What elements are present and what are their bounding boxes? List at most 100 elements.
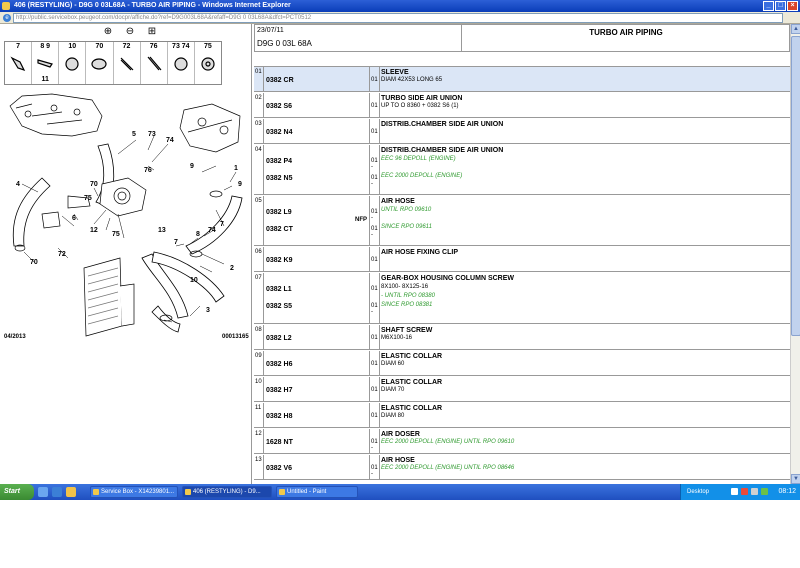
part-reference[interactable]: 1628 NT — [266, 439, 293, 446]
callout-9[interactable]: 9 — [190, 163, 194, 170]
callout-2[interactable]: 2 — [230, 265, 234, 272]
window-titlebar[interactable]: 406 (RESTYLING) - D9G 0 03L68A - TURBO A… — [0, 0, 800, 12]
scroll-up-arrow[interactable]: ▲ — [791, 24, 800, 34]
part-reference[interactable]: 0382 L9 — [266, 209, 292, 216]
part-reference[interactable]: 0382 V6 — [266, 465, 292, 472]
parts-table-row[interactable]: 02 0382 S6 01 TURBO SIDE AIR UNION UP TO O 8… — [254, 93, 790, 118]
part-reference[interactable]: 0382 P4 — [266, 158, 292, 165]
callout-76[interactable]: 76 — [144, 167, 152, 174]
callout-74[interactable]: 74 — [208, 227, 216, 234]
small-part-cell[interactable]: 8 9 11 — [32, 42, 60, 84]
parts-table-row[interactable]: 12 1628 NT 01 - AIR DOSER EEC 2000 DEPOLL (E… — [254, 429, 790, 454]
part-reference-cell: 0382 L9 0382 CT NFP — [264, 196, 370, 245]
callout-12[interactable]: 12 — [90, 227, 98, 234]
exploded-view-diagram[interactable]: 5 73 74 76 1 9 9 74 7 8 7 2 10 3 11 13 4… — [2, 86, 250, 344]
small-part-cell[interactable]: 7 — [5, 42, 33, 84]
small-part-cell[interactable]: 10 — [59, 42, 87, 84]
callout-13[interactable]: 13 — [158, 227, 166, 234]
part-reference[interactable]: 0382 S6 — [266, 103, 292, 110]
part-reference[interactable]: 0382 S5 — [266, 303, 292, 310]
part-reference[interactable]: 0382 H6 — [266, 361, 292, 368]
description-cell: ELASTIC COLLAR DIAM 80 — [381, 403, 786, 427]
small-part-cell[interactable]: 70 — [86, 42, 114, 84]
callout-75[interactable]: 75 — [112, 231, 120, 238]
url-field[interactable]: http://public.servicebox.peugeot.com/doc… — [13, 13, 783, 23]
small-part-cell[interactable]: 73 74 — [168, 42, 195, 84]
quantity-cell: 01 — [370, 403, 380, 427]
callout-7-right[interactable]: 7 — [220, 221, 224, 228]
security-icon[interactable] — [741, 488, 748, 495]
callout-1[interactable]: 1 — [234, 165, 238, 172]
part-quantity: 01 — [371, 286, 378, 292]
page-title: TURBO AIR PIPING — [589, 28, 663, 37]
start-button[interactable]: Start — [0, 484, 34, 500]
show-desktop-icon[interactable] — [38, 487, 48, 497]
callout-72[interactable]: 72 — [58, 251, 66, 258]
scroll-down-arrow[interactable]: ▼ — [791, 474, 800, 484]
window-icon — [279, 489, 285, 495]
callout-73[interactable]: 73 — [148, 131, 156, 138]
small-part-cell[interactable]: 75 — [195, 42, 221, 84]
zoom-fit-icon[interactable]: ⊞ — [146, 26, 158, 38]
update-icon[interactable] — [761, 488, 768, 495]
parts-table-row[interactable]: 06 0382 K9 01 AIR HOSE FIXING CLIP — [254, 247, 790, 272]
scrollbar-thumb[interactable] — [791, 36, 800, 336]
part-reference[interactable]: 0382 CR — [266, 77, 294, 84]
description-cell: AIR HOSE UNTIL RPO 09610 SINCE RPO 09611 — [381, 196, 786, 245]
parts-table-row[interactable]: 08 0382 L2 01 SHAFT SCREW M6X100-16 — [254, 325, 790, 350]
taskbar-window-button[interactable]: Untitled - Paint — [276, 486, 358, 498]
parts-table-row[interactable]: 07 0382 L1 0382 S5 01 01 - GEAR-BOX HOUSING C… — [254, 273, 790, 324]
parts-table-row[interactable]: 04 0382 P4 0382 N5 01 -01 - DISTRIB.CHAMBER … — [254, 145, 790, 195]
callout-10[interactable]: 10 — [190, 277, 198, 284]
part-name: ELASTIC COLLAR — [381, 379, 443, 386]
part-reference[interactable]: 0382 N4 — [266, 129, 292, 136]
callout-70-top[interactable]: 70 — [90, 181, 98, 188]
part-reference[interactable]: 0382 K9 — [266, 257, 292, 264]
small-part-cell[interactable]: 76 — [141, 42, 168, 84]
callout-3[interactable]: 3 — [206, 307, 210, 314]
explorer-quicklaunch-icon[interactable] — [66, 487, 76, 497]
callout-70[interactable]: 70 — [30, 259, 38, 266]
parts-table-row[interactable]: 09 0382 H6 01 ELASTIC COLLAR DIAM 60 — [254, 351, 790, 376]
desktop-toolbar-label[interactable]: Desktop — [687, 484, 709, 500]
part-reference[interactable]: 0382 L2 — [266, 335, 292, 342]
taskbar-window-button[interactable]: Service Box - X14239801... — [90, 486, 178, 498]
parts-table-row[interactable]: 03 0382 N4 01 DISTRIB.CHAMBER SIDE AIR UNIO… — [254, 119, 790, 144]
ie-quicklaunch-icon[interactable] — [52, 487, 62, 497]
callout-7[interactable]: 7 — [174, 239, 178, 246]
part-detail-line: EEC 2000 DEPOLL (ENGINE) UNTIL RPO 09610 — [381, 439, 515, 445]
parts-table-row[interactable]: 10 0382 H7 01 ELASTIC COLLAR DIAM 70 — [254, 377, 790, 402]
part-reference[interactable]: 0382 L1 — [266, 286, 292, 293]
parts-table-row[interactable]: 11 0382 H8 01 ELASTIC COLLAR DIAM 80 — [254, 403, 790, 428]
part-reference[interactable]: 0382 H8 — [266, 413, 292, 420]
vertical-scrollbar[interactable]: ▲ ▼ — [790, 24, 800, 484]
parts-table-row[interactable]: 01 0382 CR 01 SLEEVE DIAM 42X53 LONG 65 — [254, 67, 790, 92]
parts-table-row[interactable]: 13 0382 V6 01 - AIR HOSE EEC 2000 DEPOLL (EN… — [254, 455, 790, 480]
callout-4[interactable]: 4 — [16, 181, 20, 188]
callout-75-left[interactable]: 75 — [84, 195, 92, 202]
quantity-cell: 01 — [370, 247, 380, 271]
part-reference[interactable]: 0382 N5 — [266, 175, 292, 182]
part-reference-cell: 0382 CR — [264, 67, 370, 91]
network-icon[interactable] — [731, 488, 738, 495]
intercooler-drawing — [83, 257, 135, 337]
parts-table-row[interactable]: 05 0382 L9 0382 CT NFP 01 -01 - AIR HOSE UNTIL… — [254, 196, 790, 246]
small-part-number: 7 — [16, 43, 21, 50]
callout-9-right[interactable]: 9 — [238, 181, 242, 188]
small-part-cell[interactable]: 72 — [114, 42, 141, 84]
callout-5[interactable]: 5 — [132, 131, 136, 138]
row-index: 09 — [254, 351, 264, 375]
part-reference[interactable]: 0382 H7 — [266, 387, 292, 394]
callout-74-top[interactable]: 74 — [166, 137, 174, 144]
maximize-button[interactable]: □ — [775, 1, 786, 11]
volume-icon[interactable] — [751, 488, 758, 495]
minimize-button[interactable]: _ — [763, 1, 774, 11]
zoom-out-icon[interactable]: ⊖ — [124, 26, 136, 38]
zoom-in-icon[interactable]: ⊕ — [102, 26, 114, 38]
callout-8[interactable]: 8 — [196, 231, 200, 238]
small-part-icon — [147, 56, 162, 71]
close-button[interactable]: × — [787, 1, 798, 11]
callout-6[interactable]: 6 — [72, 215, 76, 222]
part-reference[interactable]: 0382 CT — [266, 226, 293, 233]
taskbar-window-button[interactable]: 406 (RESTYLING) - D9... — [182, 486, 272, 498]
